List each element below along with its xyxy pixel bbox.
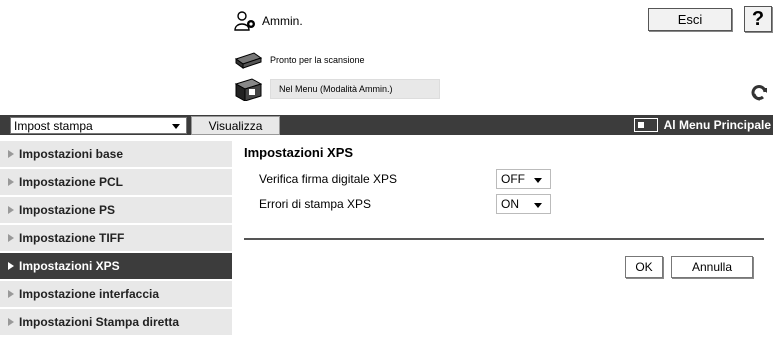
scan-status: Pronto per la scansione bbox=[234, 50, 365, 70]
triangle-right-icon bbox=[8, 318, 14, 326]
digital-signature-select[interactable]: OFF bbox=[496, 169, 551, 189]
divider bbox=[244, 238, 764, 240]
triangle-right-icon bbox=[8, 206, 14, 214]
sidebar-item-label: Impostazione TIFF bbox=[19, 231, 125, 245]
sidebar-item-impostazione-interfaccia[interactable]: Impostazione interfaccia bbox=[0, 281, 232, 307]
scanner-icon bbox=[234, 52, 262, 69]
main-menu-icon bbox=[633, 118, 658, 132]
printer-icon bbox=[234, 78, 262, 101]
sidebar-item-impostazioni-base[interactable]: Impostazioni base bbox=[0, 141, 232, 167]
scan-status-text: Pronto per la scansione bbox=[270, 55, 365, 65]
triangle-right-icon bbox=[8, 178, 14, 186]
sidebar-item-impostazioni-stampa-diretta[interactable]: Impostazioni Stampa diretta bbox=[0, 309, 232, 335]
sidebar-item-label: Impostazioni XPS bbox=[19, 259, 120, 273]
sidebar-item-impostazione-pcl[interactable]: Impostazione PCL bbox=[0, 169, 232, 195]
admin-user-icon bbox=[234, 11, 255, 31]
logout-button[interactable]: Esci bbox=[648, 8, 732, 31]
triangle-right-icon bbox=[8, 290, 14, 298]
digital-signature-value: OFF bbox=[501, 172, 525, 186]
print-errors-select[interactable]: ON bbox=[496, 194, 551, 214]
view-button[interactable]: Visualizza bbox=[191, 116, 280, 135]
main-menu-link[interactable]: Al Menu Principale bbox=[633, 115, 771, 135]
sidebar-item-label: Impostazione PS bbox=[19, 203, 116, 217]
triangle-right-icon bbox=[8, 150, 14, 158]
sidebar-item-impostazione-tiff[interactable]: Impostazione TIFF bbox=[0, 225, 232, 251]
chevron-down-icon bbox=[534, 178, 542, 183]
chevron-down-icon bbox=[172, 124, 180, 129]
menu-status-text: Nel Menu (Modalità Ammin.) bbox=[270, 79, 440, 99]
triangle-right-icon bbox=[8, 262, 14, 270]
triangle-right-icon bbox=[8, 234, 14, 242]
sidebar-item-label: Impostazioni Stampa diretta bbox=[19, 315, 180, 329]
sidebar: Impostazioni base Impostazione PCL Impos… bbox=[0, 141, 232, 337]
category-select-value: Impost stampa bbox=[14, 118, 93, 133]
sidebar-item-label: Impostazioni base bbox=[19, 147, 124, 161]
sidebar-item-impostazioni-xps[interactable]: Impostazioni XPS bbox=[0, 253, 232, 279]
sidebar-item-impostazione-ps[interactable]: Impostazione PS bbox=[0, 197, 232, 223]
print-errors-value: ON bbox=[501, 197, 519, 211]
ok-button[interactable]: OK bbox=[625, 256, 663, 278]
main-menu-label: Al Menu Principale bbox=[663, 118, 771, 132]
refresh-icon[interactable] bbox=[750, 84, 768, 102]
chevron-down-icon bbox=[534, 203, 542, 208]
sidebar-item-label: Impostazione PCL bbox=[19, 175, 124, 189]
admin-user-label: Ammin. bbox=[262, 14, 303, 28]
menu-status: Nel Menu (Modalità Ammin.) bbox=[234, 76, 440, 102]
sidebar-item-label: Impostazione interfaccia bbox=[19, 287, 160, 301]
category-select[interactable]: Impost stampa bbox=[10, 117, 187, 134]
page-title: Impostazioni XPS bbox=[244, 145, 354, 160]
cancel-button[interactable]: Annulla bbox=[671, 256, 753, 278]
help-button[interactable]: ? bbox=[744, 6, 772, 32]
admin-user: Ammin. bbox=[234, 8, 303, 34]
setting-label-digital-signature: Verifica firma digitale XPS bbox=[259, 172, 398, 186]
setting-label-print-errors: Errori di stampa XPS bbox=[259, 197, 372, 211]
